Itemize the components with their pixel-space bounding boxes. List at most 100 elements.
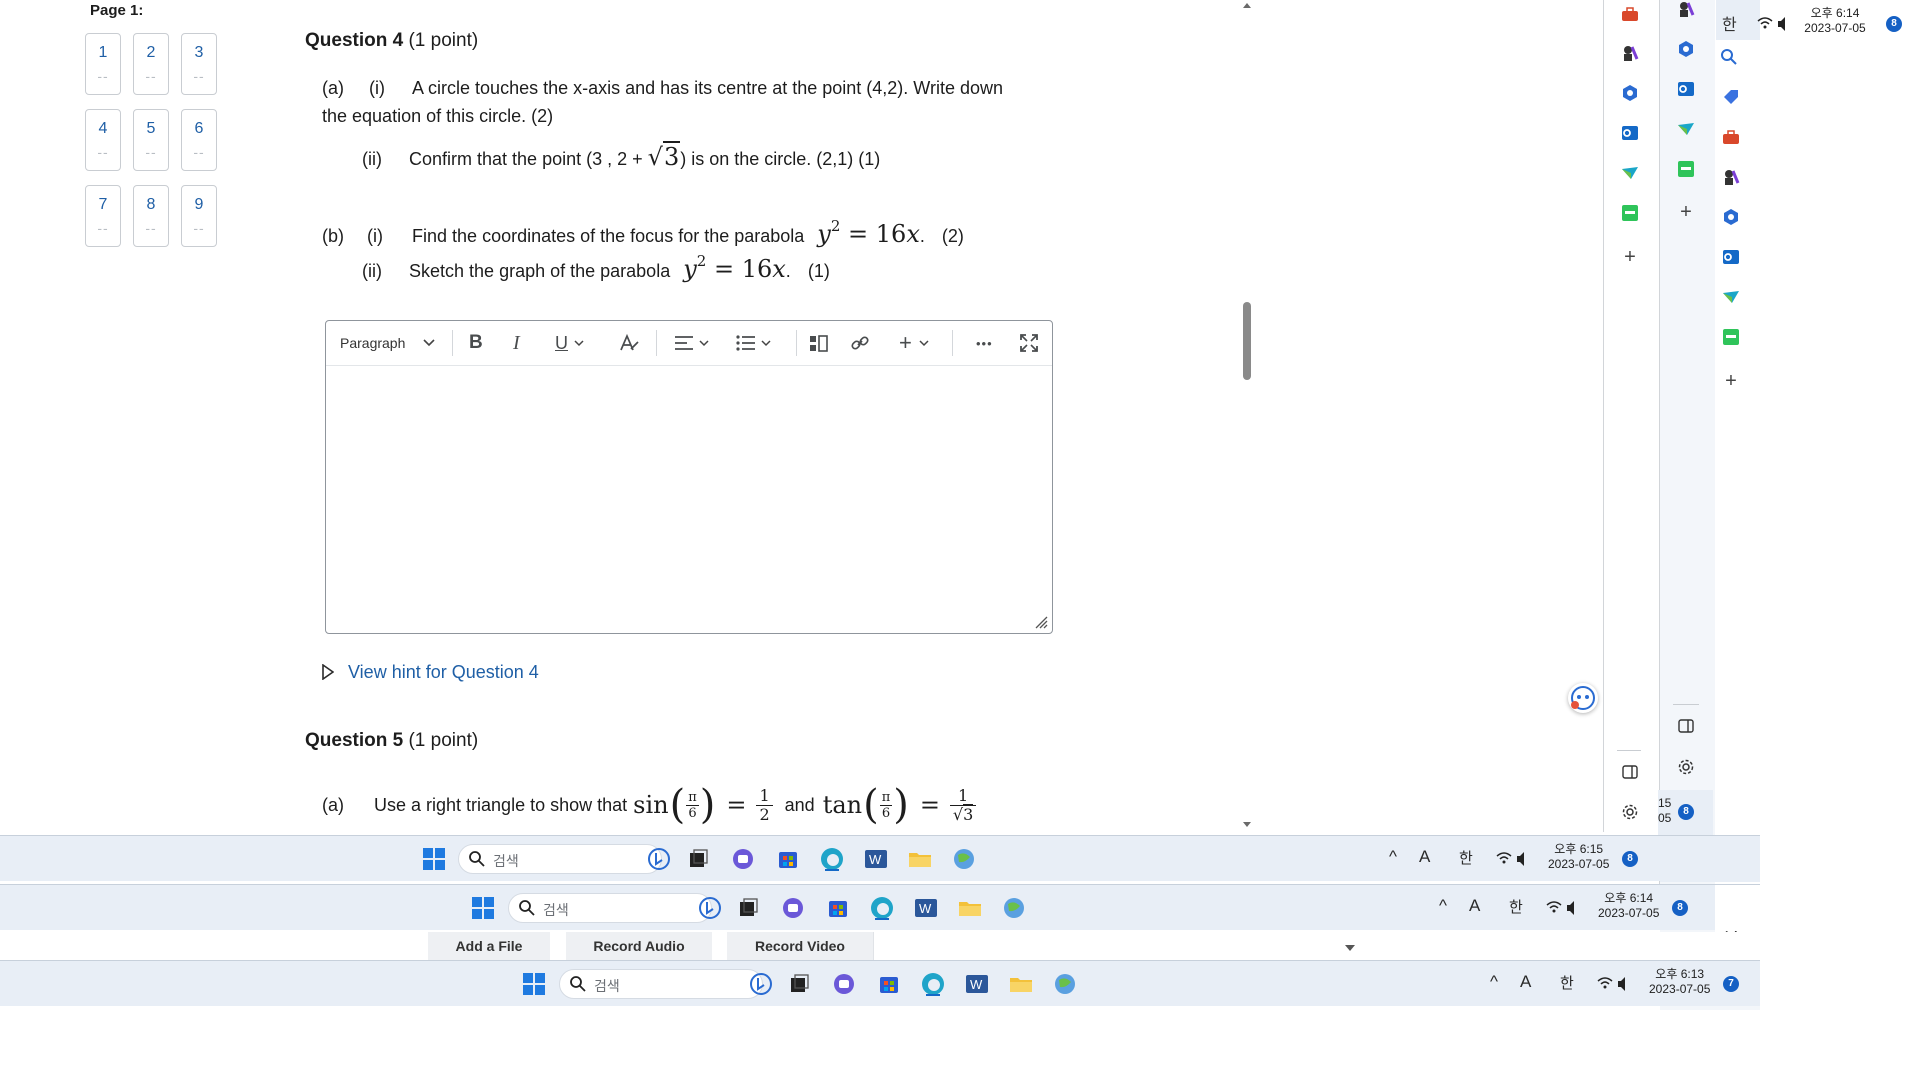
wifi-volume-icon[interactable]	[1545, 899, 1579, 917]
teams-chat-icon[interactable]	[729, 845, 757, 873]
notification-badge[interactable]: 8	[1622, 851, 1638, 867]
search-icon[interactable]	[1718, 46, 1740, 68]
tag-icon[interactable]	[1720, 86, 1742, 108]
question-nav-8[interactable]: 8 --	[133, 185, 169, 247]
font-icon[interactable]: A	[1419, 847, 1430, 867]
taskbar-search[interactable]: 검색	[508, 893, 712, 923]
wifi-volume-icon[interactable]	[1596, 975, 1630, 993]
resize-handle-icon[interactable]	[1034, 615, 1048, 629]
page-scrollbar[interactable]	[1240, 0, 1254, 832]
edge-icon[interactable]	[919, 970, 947, 998]
task-view-icon[interactable]	[785, 970, 813, 998]
windows-start-icon[interactable]	[520, 970, 548, 998]
chevron-up-icon[interactable]: ^	[1439, 896, 1447, 916]
task-view-icon[interactable]	[684, 845, 712, 873]
gear-icon[interactable]	[1619, 801, 1641, 823]
scrollbar-thumb[interactable]	[1243, 302, 1251, 380]
copilot-icon[interactable]	[1619, 82, 1641, 104]
question-nav-5[interactable]: 5 --	[133, 109, 169, 171]
chevron-up-icon[interactable]: ^	[1389, 847, 1397, 867]
add-file-button[interactable]: Add a File	[428, 932, 550, 960]
green-app-icon[interactable]	[1720, 326, 1742, 348]
globe-app-icon[interactable]	[1051, 970, 1079, 998]
file-explorer-icon[interactable]	[1007, 970, 1035, 998]
globe-app-icon[interactable]	[950, 845, 978, 873]
green-app-icon[interactable]	[1675, 158, 1697, 180]
taskbar-search[interactable]: 검색	[559, 969, 763, 999]
add-icon[interactable]: +	[1720, 370, 1742, 392]
view-hint-link[interactable]: View hint for Question 4	[322, 662, 539, 683]
attachment-dropdown[interactable]	[873, 932, 1704, 960]
word-icon[interactable]: W	[963, 970, 991, 998]
gear-icon[interactable]	[1675, 756, 1697, 778]
paragraph-format-dropdown[interactable]: Paragraph	[340, 331, 435, 355]
bing-icon[interactable]	[747, 970, 775, 998]
globe-app-icon[interactable]	[1000, 894, 1028, 922]
font-icon[interactable]: A	[1520, 972, 1531, 992]
italic-button[interactable]: I	[513, 331, 520, 355]
question-nav-1[interactable]: 1 --	[85, 33, 121, 95]
store-icon[interactable]	[824, 894, 852, 922]
record-audio-button[interactable]: Record Audio	[566, 932, 712, 960]
bold-button[interactable]: B	[469, 331, 483, 355]
file-explorer-icon[interactable]	[906, 845, 934, 873]
copilot-icon[interactable]	[1675, 38, 1697, 60]
fullscreen-button[interactable]	[1020, 331, 1038, 355]
question-nav-6[interactable]: 6 --	[181, 109, 217, 171]
question-nav-7[interactable]: 7 --	[85, 185, 121, 247]
insert-stuff-button[interactable]	[809, 331, 829, 355]
word-icon[interactable]: W	[862, 845, 890, 873]
teams-chat-icon[interactable]	[779, 894, 807, 922]
bing-icon[interactable]	[696, 894, 724, 922]
windows-start-icon[interactable]	[420, 845, 448, 873]
send-icon[interactable]	[1720, 286, 1742, 308]
windows-start-icon[interactable]	[469, 894, 497, 922]
ime-toggle[interactable]: 한	[1560, 972, 1574, 993]
scroll-down-arrow-icon[interactable]	[1240, 820, 1254, 830]
edge-icon[interactable]	[818, 845, 846, 873]
green-app-icon[interactable]	[1619, 202, 1641, 224]
insert-menu-dropdown[interactable]: +	[899, 330, 929, 355]
clock[interactable]: 오후 6:13 2023-07-05	[1649, 967, 1710, 997]
notification-badge[interactable]: 8	[1886, 16, 1902, 32]
question-nav-4[interactable]: 4 --	[85, 109, 121, 171]
record-video-button[interactable]: Record Video	[727, 932, 873, 960]
corner-clock[interactable]: 오후 6:14 2023-07-05	[1800, 6, 1870, 36]
games-icon[interactable]	[1675, 0, 1697, 20]
toolbox-icon[interactable]	[1720, 126, 1742, 148]
word-icon[interactable]: W	[912, 894, 940, 922]
question-nav-9[interactable]: 9 --	[181, 185, 217, 247]
align-dropdown[interactable]	[674, 331, 709, 355]
chevron-up-icon[interactable]: ^	[1490, 972, 1498, 992]
send-icon[interactable]	[1675, 118, 1697, 140]
list-dropdown[interactable]	[736, 331, 771, 355]
add-icon[interactable]: +	[1619, 246, 1641, 268]
notification-badge[interactable]: 7	[1723, 976, 1739, 992]
bing-icon[interactable]	[645, 845, 673, 873]
outlook-icon[interactable]	[1675, 78, 1697, 100]
games-icon[interactable]	[1619, 42, 1641, 64]
question-nav-2[interactable]: 2 --	[133, 33, 169, 95]
toolbox-icon[interactable]	[1619, 3, 1641, 25]
insert-link-button[interactable]	[850, 331, 870, 355]
font-icon[interactable]: A	[1469, 896, 1480, 916]
send-icon[interactable]	[1619, 162, 1641, 184]
notification-badge[interactable]: 8	[1678, 804, 1694, 820]
notification-badge[interactable]: 8	[1672, 900, 1688, 916]
editor-text-area[interactable]	[326, 366, 1052, 633]
store-icon[interactable]	[875, 970, 903, 998]
ime-toggle[interactable]: 한	[1459, 847, 1473, 868]
copilot-icon[interactable]	[1720, 206, 1742, 228]
assistant-bubble[interactable]	[1568, 683, 1598, 713]
teams-chat-icon[interactable]	[830, 970, 858, 998]
more-actions-button[interactable]: •••	[976, 331, 993, 355]
wifi-volume-icon[interactable]	[1495, 850, 1529, 868]
underline-button[interactable]: U	[555, 331, 584, 355]
taskbar-search[interactable]: 검색	[458, 844, 662, 874]
clock[interactable]: 오후 6:15 2023-07-05	[1548, 842, 1609, 872]
ime-toggle[interactable]: 한	[1509, 896, 1523, 917]
outlook-icon[interactable]	[1619, 122, 1641, 144]
file-explorer-icon[interactable]	[956, 894, 984, 922]
outlook-icon[interactable]	[1720, 246, 1742, 268]
edge-icon[interactable]	[868, 894, 896, 922]
